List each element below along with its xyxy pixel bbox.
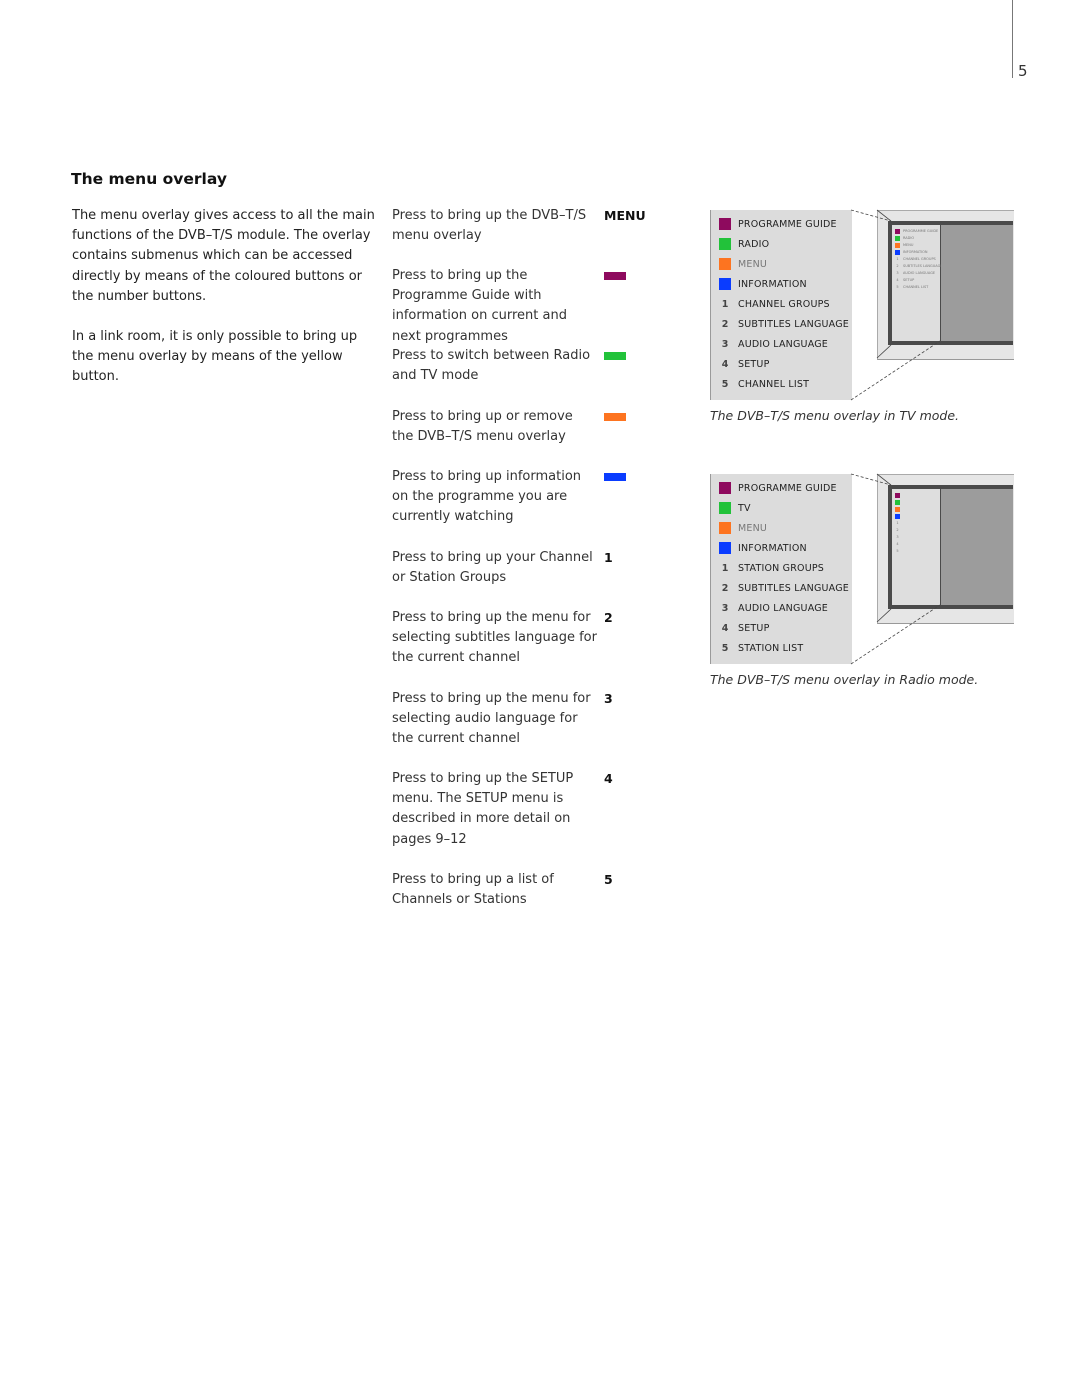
bevel-line — [876, 608, 892, 623]
instruction-text: Press to bring up information on the pro… — [392, 469, 582, 525]
dashed-connector-line — [850, 604, 941, 665]
instruction-item: Press to bring up the menu for selecting… — [392, 689, 662, 750]
instruction-item: Press to bring up or remove the DVB–T/S … — [392, 407, 662, 447]
zoom-connector-lines — [850, 473, 941, 665]
instruction-item: Press to bring up the menu for selecting… — [392, 608, 662, 669]
instruction-text: Press to bring up the DVB–T/S menu overl… — [392, 208, 587, 244]
instruction-text: Press to bring up a list of Channels or … — [392, 872, 554, 908]
instruction-text: Press to bring up or remove the DVB–T/S … — [392, 409, 573, 445]
figure-caption: The DVB–T/S menu overlay in Radio mode. — [710, 672, 979, 687]
intro-paragraph: The menu overlay gives access to all the… — [72, 208, 375, 304]
instruction-item: Press to bring up the DVB–T/S menu overl… — [392, 206, 662, 246]
instruction-item: Press to bring up the SETUP menu. The SE… — [392, 769, 662, 850]
figure-caption: The DVB–T/S menu overlay in TV mode. — [710, 408, 959, 423]
orange-button-icon — [604, 413, 626, 421]
instruction-item: Press to bring up information on the pro… — [392, 467, 662, 528]
instruction-item: Press to bring up a list of Channels or … — [392, 870, 662, 910]
section-title: The menu overlay — [71, 170, 227, 188]
remote-key-label: MENU — [604, 208, 646, 223]
instruction-item: Press to bring up your Channel or Statio… — [392, 548, 662, 588]
remote-key-label: 5 — [604, 872, 613, 887]
instruction-text: Press to bring up the SETUP menu. The SE… — [392, 771, 574, 847]
instruction-text: Press to switch between Radio and TV mod… — [392, 348, 591, 384]
instruction-text: Press to bring up the menu for selecting… — [392, 691, 591, 747]
dashed-connector-line — [850, 340, 941, 401]
page-number: 5 — [1018, 62, 1028, 80]
instruction-text: Press to bring up your Channel or Statio… — [392, 550, 593, 586]
zoom-connector-lines — [850, 209, 941, 401]
green-button-icon — [604, 352, 626, 360]
remote-key-label: 3 — [604, 691, 613, 706]
remote-key-label: 1 — [604, 550, 613, 565]
bevel-line — [876, 473, 892, 486]
page-margin-rule — [1012, 0, 1013, 78]
instruction-item: Press to switch between Radio and TV mod… — [392, 346, 662, 386]
blue-button-icon — [604, 473, 626, 481]
dashed-connector-line — [850, 209, 892, 222]
bevel-line — [876, 209, 892, 222]
dashed-connector-line — [850, 473, 892, 486]
remote-key-label: 4 — [604, 771, 613, 786]
instruction-text: Press to bring up the Programme Guide wi… — [392, 268, 567, 344]
intro-paragraph: In a link room, it is only possible to b… — [72, 329, 358, 385]
intro-text: The menu overlay gives access to all the… — [72, 206, 382, 408]
purple-button-icon — [604, 272, 626, 280]
instruction-item: Press to bring up the Programme Guide wi… — [392, 266, 662, 347]
remote-key-label: 2 — [604, 610, 613, 625]
instruction-text: Press to bring up the menu for selecting… — [392, 610, 597, 666]
bevel-line — [876, 344, 892, 359]
